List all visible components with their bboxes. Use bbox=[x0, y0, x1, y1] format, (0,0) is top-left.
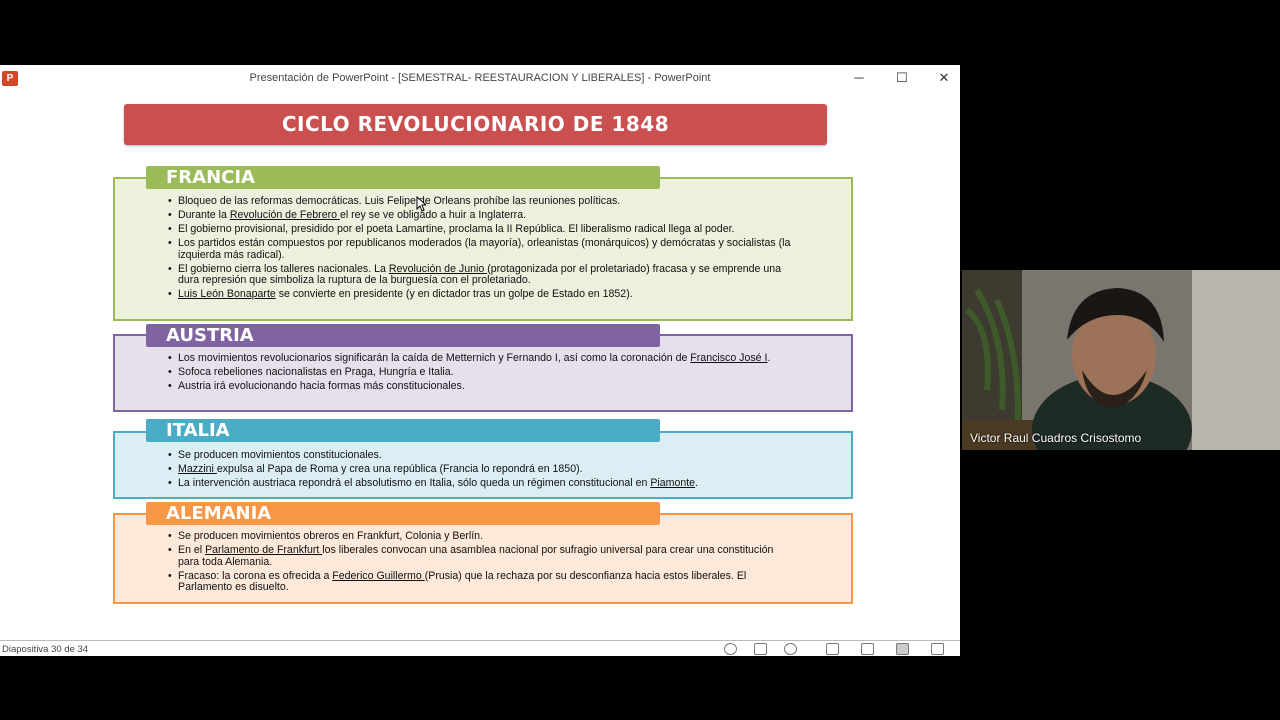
participant-video-feed bbox=[962, 270, 1280, 450]
bullet-text: Sofoca rebeliones nacionalistas en Praga… bbox=[178, 366, 454, 378]
bullet-item: Mazzini expulsa al Papa de Roma y crea u… bbox=[166, 463, 791, 476]
underlined-term: Piamonte bbox=[650, 477, 696, 489]
bullet-item: Se producen movimientos constitucionales… bbox=[166, 449, 791, 462]
section-title-austria: AUSTRIA bbox=[146, 324, 660, 347]
bullet-item: Bloqueo de las reformas democráticas. Lu… bbox=[166, 195, 791, 208]
slide-counter: Diapositiva 30 de 34 bbox=[2, 644, 89, 655]
bullet-text: Fracaso: la corona es ofrecida a bbox=[178, 569, 333, 582]
bullet-text: . bbox=[767, 352, 771, 364]
bullet-text: Durante la bbox=[178, 209, 230, 221]
section-title-francia: FRANCIA bbox=[146, 166, 660, 189]
underlined-term: Revolución de Junio bbox=[388, 262, 488, 275]
section-list-austria: Los movimientos revolucionarios signific… bbox=[166, 352, 791, 395]
comments-icon[interactable] bbox=[784, 643, 797, 655]
bullet-text: En el bbox=[178, 544, 206, 556]
bullet-text: Se producen movimientos obreros en Frank… bbox=[178, 530, 484, 542]
bullet-item: Durante la Revolución de Febrero el rey … bbox=[166, 209, 791, 222]
bullet-item: El gobierno provisional, presidido por e… bbox=[166, 223, 791, 236]
bullet-item: Austria irá evolucionando hacia formas m… bbox=[166, 380, 791, 393]
bullet-text: Austria irá evolucionando hacia formas m… bbox=[178, 380, 465, 392]
close-button[interactable]: ✕ bbox=[932, 69, 956, 87]
bullet-item: En el Parlamento de Frankfurt los libera… bbox=[166, 544, 791, 568]
underlined-term: Federico Guillermo bbox=[332, 569, 425, 582]
slide-banner-title: CICLO REVOLUCIONARIO DE 1848 bbox=[124, 104, 827, 145]
underlined-term: Mazzini bbox=[178, 463, 217, 475]
bullet-item: La intervención austriaca repondrá el ab… bbox=[166, 477, 791, 490]
bullet-text: La intervención austriaca repondrá el ab… bbox=[178, 477, 651, 489]
maximize-button[interactable]: ☐ bbox=[890, 69, 914, 87]
bullet-text: . bbox=[695, 477, 699, 489]
section-list-italia: Se producen movimientos constitucionales… bbox=[166, 449, 791, 492]
bullet-text: Se producen movimientos constitucionales… bbox=[178, 449, 382, 461]
normal-view-icon[interactable] bbox=[826, 643, 839, 655]
bullet-item: Sofoca rebeliones nacionalistas en Praga… bbox=[166, 366, 791, 379]
section-list-alemania: Se producen movimientos obreros en Frank… bbox=[166, 530, 791, 596]
bullet-item: Fracaso: la corona es ofrecida a Federic… bbox=[166, 569, 791, 594]
bullet-text: se convierte en presidente (y en dictado… bbox=[275, 288, 633, 300]
reading-view-icon[interactable] bbox=[896, 643, 909, 655]
powerpoint-window: P Presentación de PowerPoint - [SEMESTRA… bbox=[0, 65, 960, 656]
section-title-italia: ITALIA bbox=[146, 419, 660, 442]
underlined-term: Luis León Bonaparte bbox=[178, 288, 276, 300]
underlined-term: Revolución de Febrero bbox=[229, 209, 340, 221]
bullet-text: Los partidos están compuestos por republ… bbox=[178, 237, 791, 261]
bullet-item: Se producen movimientos obreros en Frank… bbox=[166, 530, 791, 543]
participant-video-tile[interactable]: Victor Raul Cuadros Crisostomo bbox=[962, 270, 1280, 450]
mouse-cursor-icon bbox=[416, 196, 426, 212]
slide-canvas[interactable]: CICLO REVOLUCIONARIO DE 1848 FRANCIA Blo… bbox=[0, 92, 960, 640]
bullet-text: El gobierno provisional, presidido por e… bbox=[178, 223, 735, 235]
participant-name: Victor Raul Cuadros Crisostomo bbox=[970, 431, 1142, 445]
minimize-button[interactable]: ─ bbox=[847, 69, 871, 87]
underlined-term: Parlamento de Frankfurt bbox=[205, 544, 323, 556]
bullet-text: el rey se ve obligado a huir a Inglaterr… bbox=[339, 209, 527, 221]
slide-sorter-icon[interactable] bbox=[861, 643, 874, 655]
bullet-text: El gobierno cierra los talleres nacional… bbox=[178, 262, 389, 275]
section-list-francia: Bloqueo de las reformas democráticas. Lu… bbox=[166, 195, 791, 303]
slideshow-icon[interactable] bbox=[931, 643, 944, 655]
underlined-term: Francisco José I bbox=[690, 352, 768, 364]
accessibility-icon[interactable] bbox=[724, 643, 737, 655]
window-title: Presentación de PowerPoint - [SEMESTRAL-… bbox=[249, 72, 711, 84]
status-bar: Diapositiva 30 de 34 bbox=[0, 640, 960, 656]
section-title-alemania: ALEMANIA bbox=[146, 502, 660, 525]
title-bar: P Presentación de PowerPoint - [SEMESTRA… bbox=[0, 65, 960, 92]
bullet-text: Bloqueo de las reformas democráticas. Lu… bbox=[178, 195, 621, 207]
bullet-item: El gobierno cierra los talleres nacional… bbox=[166, 262, 791, 287]
notes-icon[interactable] bbox=[754, 643, 767, 655]
bullet-text: expulsa al Papa de Roma y crea una repúb… bbox=[216, 463, 583, 475]
bullet-item: Los movimientos revolucionarios signific… bbox=[166, 352, 791, 365]
bullet-item: Los partidos están compuestos por republ… bbox=[166, 237, 791, 261]
bullet-text: Los movimientos revolucionarios signific… bbox=[178, 352, 691, 364]
bullet-item: Luis León Bonaparte se convierte en pres… bbox=[166, 288, 791, 301]
